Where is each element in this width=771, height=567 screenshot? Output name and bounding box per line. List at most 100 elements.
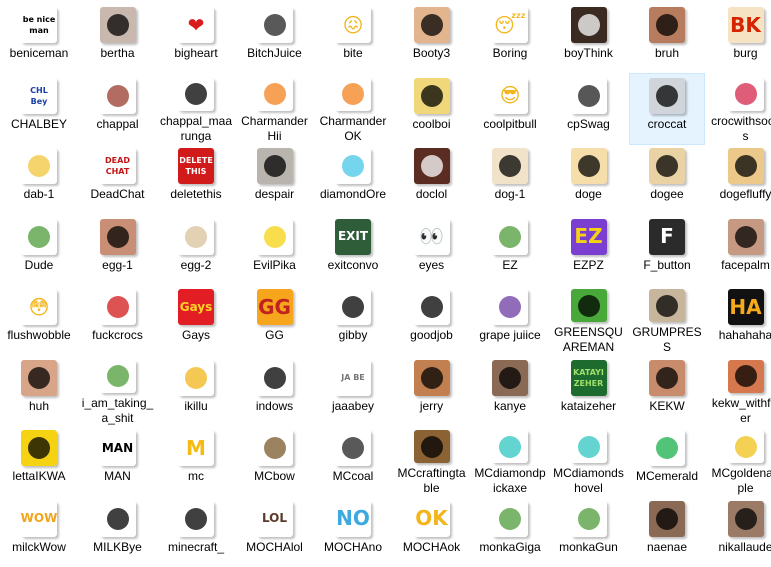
file-item[interactable]: FF_button (630, 215, 704, 285)
file-item[interactable]: CharmanderHii (238, 74, 312, 144)
file-item[interactable]: dogee (630, 144, 704, 214)
file-item[interactable]: boyThink (552, 3, 626, 73)
file-item[interactable]: GGGG (238, 285, 312, 355)
file-item[interactable]: MCemerald (630, 426, 704, 496)
icon-shape (421, 155, 443, 177)
file-item[interactable]: indows (238, 356, 312, 426)
file-item[interactable]: cpSwag (552, 74, 626, 144)
file-item[interactable]: egg-1 (81, 215, 155, 285)
file-item[interactable]: EZ (473, 215, 547, 285)
file-item[interactable]: ikillu (159, 356, 233, 426)
file-item[interactable]: GRUMPRESS (630, 285, 704, 355)
file-label: MCgoldenapple (709, 466, 771, 496)
file-item[interactable]: HAhahahaha (709, 285, 771, 355)
file-item[interactable]: CharmanderOK (316, 74, 390, 144)
file-item[interactable]: chappal_maarunga (159, 74, 233, 144)
file-item[interactable]: diamondOre (316, 144, 390, 214)
file-item[interactable]: kanye (473, 356, 547, 426)
file-item[interactable]: Dude (2, 215, 76, 285)
file-item[interactable]: kekw_withfilter (709, 356, 771, 426)
file-item[interactable]: MCcoal (316, 426, 390, 496)
windows-logo-icon (257, 360, 293, 396)
file-item[interactable]: MILKBye (81, 497, 155, 567)
file-item[interactable]: crocwithsocks (709, 74, 771, 144)
file-item[interactable]: MANMAN (81, 426, 155, 496)
file-item[interactable]: MCgoldenapple (709, 426, 771, 496)
file-label: chappal (81, 117, 155, 132)
file-item[interactable]: BitchJuice (238, 3, 312, 73)
file-item[interactable]: doge (552, 144, 626, 214)
file-item[interactable]: EvilPika (238, 215, 312, 285)
file-item[interactable]: minecraft_ (159, 497, 233, 567)
file-item[interactable]: CHL BeyCHALBEY (2, 74, 76, 144)
file-item[interactable]: fuckcrocs (81, 285, 155, 355)
file-item[interactable]: JA BEjaaabey (316, 356, 390, 426)
file-item[interactable]: monkaGun (552, 497, 626, 567)
file-item[interactable]: dab-1 (2, 144, 76, 214)
file-item[interactable]: goodjob (395, 285, 469, 355)
file-item[interactable]: Mmc (159, 426, 233, 496)
file-item[interactable]: bruh (630, 3, 704, 73)
file-item[interactable]: croccat (630, 74, 704, 144)
file-item[interactable]: LOLMOCHAlol (238, 497, 312, 567)
file-item[interactable]: DEAD CHATDeadChat (81, 144, 155, 214)
file-item[interactable]: Booty3 (395, 3, 469, 73)
file-item[interactable]: lettaIKWA (2, 426, 76, 496)
file-icon-grid: be nice manbenicemanbertha❤bigheartBitch… (0, 0, 771, 544)
file-item[interactable]: MCcraftingtable (395, 426, 469, 496)
baby-face-icon (21, 360, 57, 396)
file-item[interactable]: naenae (630, 497, 704, 567)
file-item[interactable]: 😎coolpitbull (473, 74, 547, 144)
file-item[interactable]: facepalm (709, 215, 771, 285)
file-item[interactable]: MCdiamondshovel (552, 426, 626, 496)
file-label: MOCHAno (316, 540, 390, 555)
file-label: MOCHAok (395, 540, 469, 555)
icon-shape (264, 437, 286, 459)
file-item[interactable]: nikallaude (709, 497, 771, 567)
file-label: monkaGun (552, 540, 626, 555)
file-item[interactable]: dogefluffy (709, 144, 771, 214)
file-item[interactable]: 😖bite (316, 3, 390, 73)
file-item[interactable]: chappal (81, 74, 155, 144)
file-item[interactable]: 😳flushwobble (2, 285, 76, 355)
file-item[interactable]: GREENSQUAREMAN (552, 285, 626, 355)
file-item[interactable]: coolboi (395, 74, 469, 144)
file-item[interactable]: EZEZPZ (552, 215, 626, 285)
file-item[interactable]: 👀eyes (395, 215, 469, 285)
file-item[interactable]: egg-2 (159, 215, 233, 285)
file-item[interactable]: i_am_taking_a_shit (81, 356, 155, 426)
file-item[interactable]: GaysGays (159, 285, 233, 355)
file-item[interactable]: jerry (395, 356, 469, 426)
file-item[interactable]: EXITexitconvo (316, 215, 390, 285)
file-item[interactable]: KATAYI ZEHERkataizeher (552, 356, 626, 426)
file-item[interactable]: WOWmilckWow (2, 497, 76, 567)
file-label: chappal_maarunga (159, 114, 233, 144)
icon-glyph: Gays (179, 302, 214, 313)
icon-shape (499, 296, 521, 318)
file-item[interactable]: despair (238, 144, 312, 214)
file-item[interactable]: be nice manbeniceman (2, 3, 76, 73)
file-label: EZPZ (552, 258, 626, 273)
file-item[interactable]: BKburg (709, 3, 771, 73)
croc-shoe-icon (728, 78, 764, 111)
file-item[interactable]: bertha (81, 3, 155, 73)
file-item[interactable]: doclol (395, 144, 469, 214)
file-label: beniceman (2, 46, 76, 61)
file-item[interactable]: MCdiamondpickaxe (473, 426, 547, 496)
file-item[interactable]: monkaGiga (473, 497, 547, 567)
file-item[interactable]: KEKW (630, 356, 704, 426)
file-label: MCbow (238, 469, 312, 484)
file-item[interactable]: MCbow (238, 426, 312, 496)
file-item[interactable]: grape juiice (473, 285, 547, 355)
file-item[interactable]: ❤bigheart (159, 3, 233, 73)
file-item[interactable]: gibby (316, 285, 390, 355)
file-item[interactable]: dog-1 (473, 144, 547, 214)
file-item[interactable]: OKMOCHAok (395, 497, 469, 567)
file-item[interactable]: DELETE THISdeletethis (159, 144, 233, 214)
file-item[interactable]: 😴Boring (473, 3, 547, 73)
file-item[interactable]: NOMOCHAno (316, 497, 390, 567)
icon-shape (421, 14, 443, 36)
file-item[interactable]: huh (2, 356, 76, 426)
icon-shape (421, 296, 443, 318)
icon-shape (578, 155, 600, 177)
